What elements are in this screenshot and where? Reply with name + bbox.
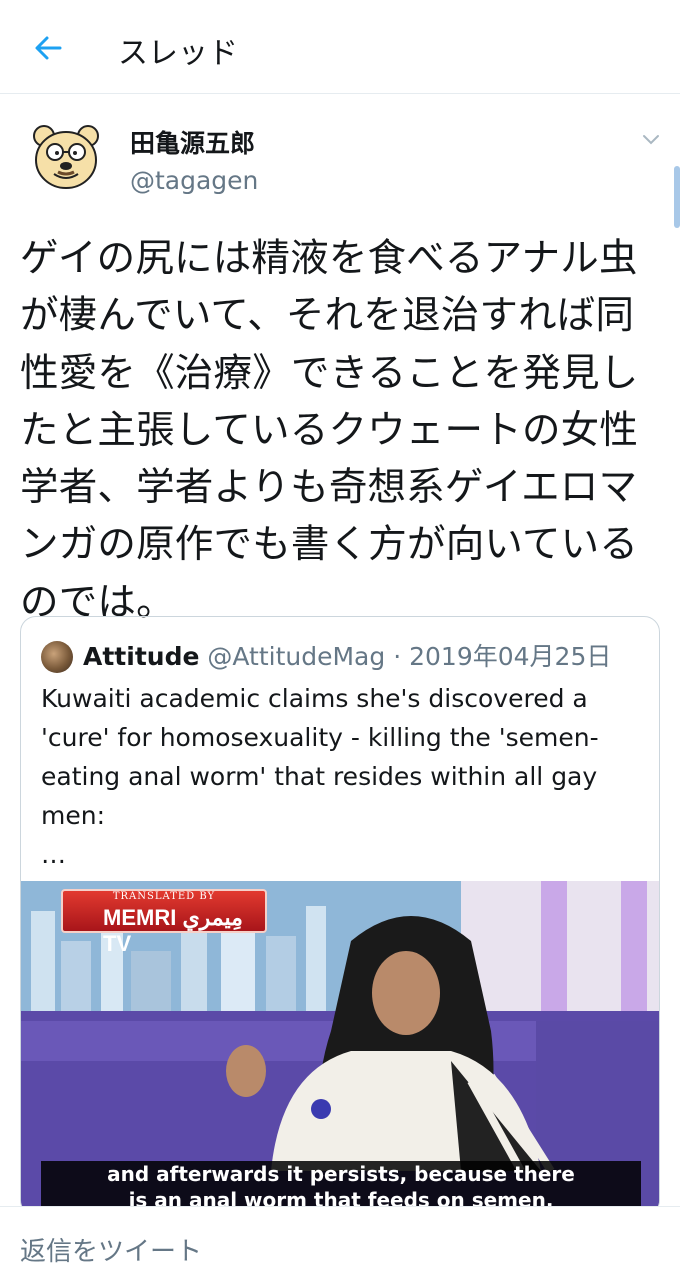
arrow-left-icon [35,36,62,60]
back-button[interactable] [28,28,68,68]
quoted-header: Attitude @AttitudeMag · 2019年04月25日 [83,637,611,673]
quoted-text-line: Kuwaiti academic claims she's discovered… [41,684,588,713]
tweet-text-line: が棲んでいて、それを退治すれば同 [20,293,635,339]
quoted-separator: · [393,642,402,671]
chevron-down-icon [643,135,659,145]
tweet-text-line: たと主張しているクウェートの女性 [20,407,639,453]
memri-logo: TRANSLATED BY MEMRI مِيمري TV [61,889,267,956]
logo-text: MEMRI مِيمري TV [103,905,243,956]
tweet-text-line: ンガの原作でも書く方が向いている [20,522,639,568]
avatar[interactable] [30,120,102,192]
tweet-text-line: ゲイの尻には精液を食べるアナル虫 [20,236,638,281]
quoted-display-name: Attitude [83,642,200,671]
tweet-text-line: 性愛を《治療》できることを発見し [20,350,639,396]
display-name[interactable]: 田亀源五郎 [130,124,255,160]
quoted-media[interactable]: TRANSLATED BY MEMRI مِيمري TV and afterw… [21,881,659,1215]
quoted-text-line: 'cure' for homosexuality - killing the '… [41,723,599,752]
quoted-date: 2019年04月25日 [409,642,612,671]
scrollbar[interactable] [674,166,680,228]
caption-line: and afterwards it persists, because ther… [107,1162,575,1186]
quoted-avatar [41,641,73,673]
bear-avatar-icon [33,125,99,189]
quoted-text-line: eating anal worm' that resides within al… [41,762,598,791]
reply-input[interactable]: 返信をツイート [20,1231,202,1268]
tweet-text-line: 学者、学者よりも奇想系ゲイエロマ [20,465,638,511]
quoted-text-line: men: [41,801,106,830]
quoted-tweet[interactable]: Attitude @AttitudeMag · 2019年04月25日 Kuwa… [20,616,660,1216]
quoted-text: Kuwaiti academic claims she's discovered… [41,679,641,874]
logo-subtitle: TRANSLATED BY [112,891,216,902]
page-title: スレッド [118,36,238,71]
quoted-username: @AttitudeMag [207,642,386,671]
quoted-text-line: … [41,840,66,869]
reply-bar[interactable]: 返信をツイート [0,1206,680,1286]
username[interactable]: @tagagen [130,166,258,195]
tweet-text: ゲイの尻には精液を食べるアナル虫 が棲んでいて、それを退治すれば同 性愛を《治療… [20,230,662,631]
tweet-menu-button[interactable] [636,124,666,154]
top-bar: スレッド [0,0,680,94]
